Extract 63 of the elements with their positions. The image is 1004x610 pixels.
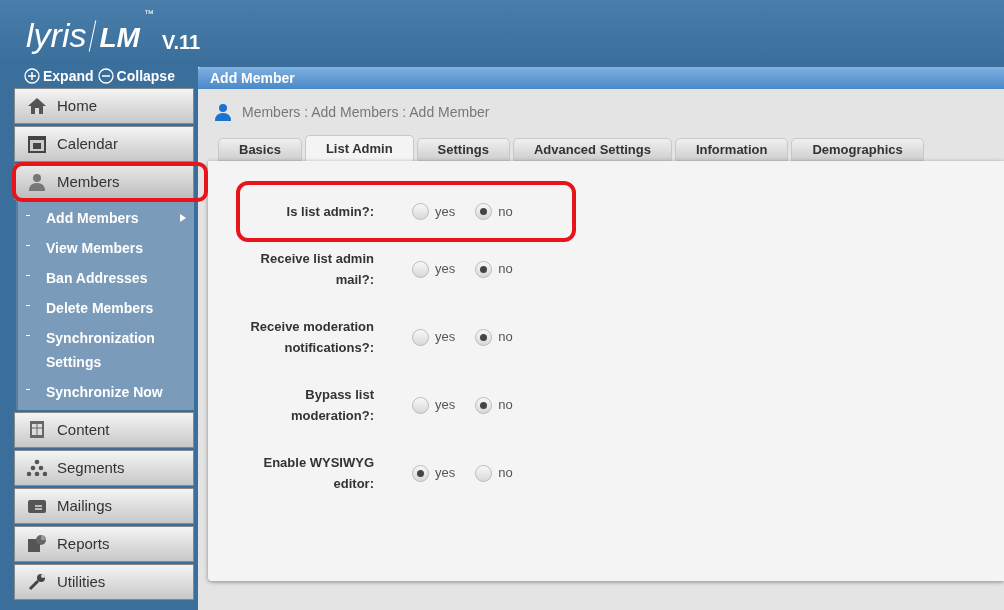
radio-button[interactable] xyxy=(475,260,493,278)
radio-button[interactable] xyxy=(475,328,493,346)
radio-button[interactable] xyxy=(475,396,493,414)
radio-button[interactable] xyxy=(412,260,429,278)
breadcrumb: Members : Add Members : Add Member xyxy=(242,102,490,122)
field-label: Bypass list moderation?: xyxy=(289,386,374,425)
radio-button[interactable] xyxy=(475,203,493,220)
nav-item[interactable]: Mailings xyxy=(14,488,194,524)
nav-item[interactable]: Content xyxy=(14,412,194,448)
radio-label: no xyxy=(498,202,513,221)
bullet-dash xyxy=(26,305,30,306)
bullet-dash xyxy=(26,215,30,216)
collapse-button[interactable]: Collapse xyxy=(97,65,175,87)
tab[interactable]: List Admin xyxy=(304,135,414,161)
trademark-mark: ™ xyxy=(143,7,154,21)
house-icon xyxy=(27,96,47,116)
document-icon xyxy=(27,420,47,440)
tab[interactable]: Advanced Settings xyxy=(512,138,672,161)
version-label: V.11 xyxy=(161,32,201,52)
bullet-dash xyxy=(26,245,30,246)
expand-button[interactable]: Expand xyxy=(24,65,94,87)
radio-button[interactable] xyxy=(412,464,429,482)
product-name: LM xyxy=(99,24,140,52)
tab[interactable]: Demographics xyxy=(791,138,924,161)
calendar-icon xyxy=(27,134,47,154)
minus-icon xyxy=(97,68,114,84)
person-icon xyxy=(214,103,232,121)
radio-label: no xyxy=(498,464,513,483)
plus-icon xyxy=(24,68,40,84)
logo-text: lyris xyxy=(26,18,87,52)
submenu-arrow-icon xyxy=(180,214,186,222)
bullet-dash xyxy=(26,275,30,276)
report-icon xyxy=(27,534,47,554)
field-label: Receive moderation notifications?: xyxy=(249,318,374,357)
nav-item[interactable]: Calendar xyxy=(14,126,194,162)
radio-button[interactable] xyxy=(412,396,429,414)
field-label: Enable WYSIWYG editor: xyxy=(262,454,374,493)
radio-label: yes xyxy=(435,202,456,221)
tab[interactable]: Basics xyxy=(218,138,302,161)
tab[interactable]: Settings xyxy=(416,138,510,161)
nav-item[interactable]: Reports xyxy=(14,526,194,562)
radio-button[interactable] xyxy=(412,328,429,346)
radio-label: yes xyxy=(435,464,456,483)
radio-button[interactable] xyxy=(475,464,493,482)
bullet-dash xyxy=(26,335,30,336)
nav-item[interactable]: Utilities xyxy=(14,564,194,600)
radio-label: yes xyxy=(435,328,456,347)
nav-item[interactable]: Segments xyxy=(14,450,194,486)
radio-label: yes xyxy=(435,396,456,415)
radio-label: yes xyxy=(435,260,456,279)
person-icon xyxy=(27,172,47,192)
radio-label: no xyxy=(498,260,513,279)
bullet-dash xyxy=(26,389,30,390)
tab[interactable]: Information xyxy=(674,138,789,161)
dots-icon xyxy=(27,458,47,478)
field-label: Receive list admin mail?: xyxy=(259,250,374,289)
panel-title-bar: Add Member xyxy=(198,67,1004,89)
wrench-icon xyxy=(27,572,47,592)
field-label: Is list admin?: xyxy=(285,203,374,221)
radio-label: no xyxy=(498,328,513,347)
radio-label: no xyxy=(498,396,513,415)
nav-item[interactable]: Home xyxy=(14,88,194,124)
radio-button[interactable] xyxy=(412,203,429,220)
